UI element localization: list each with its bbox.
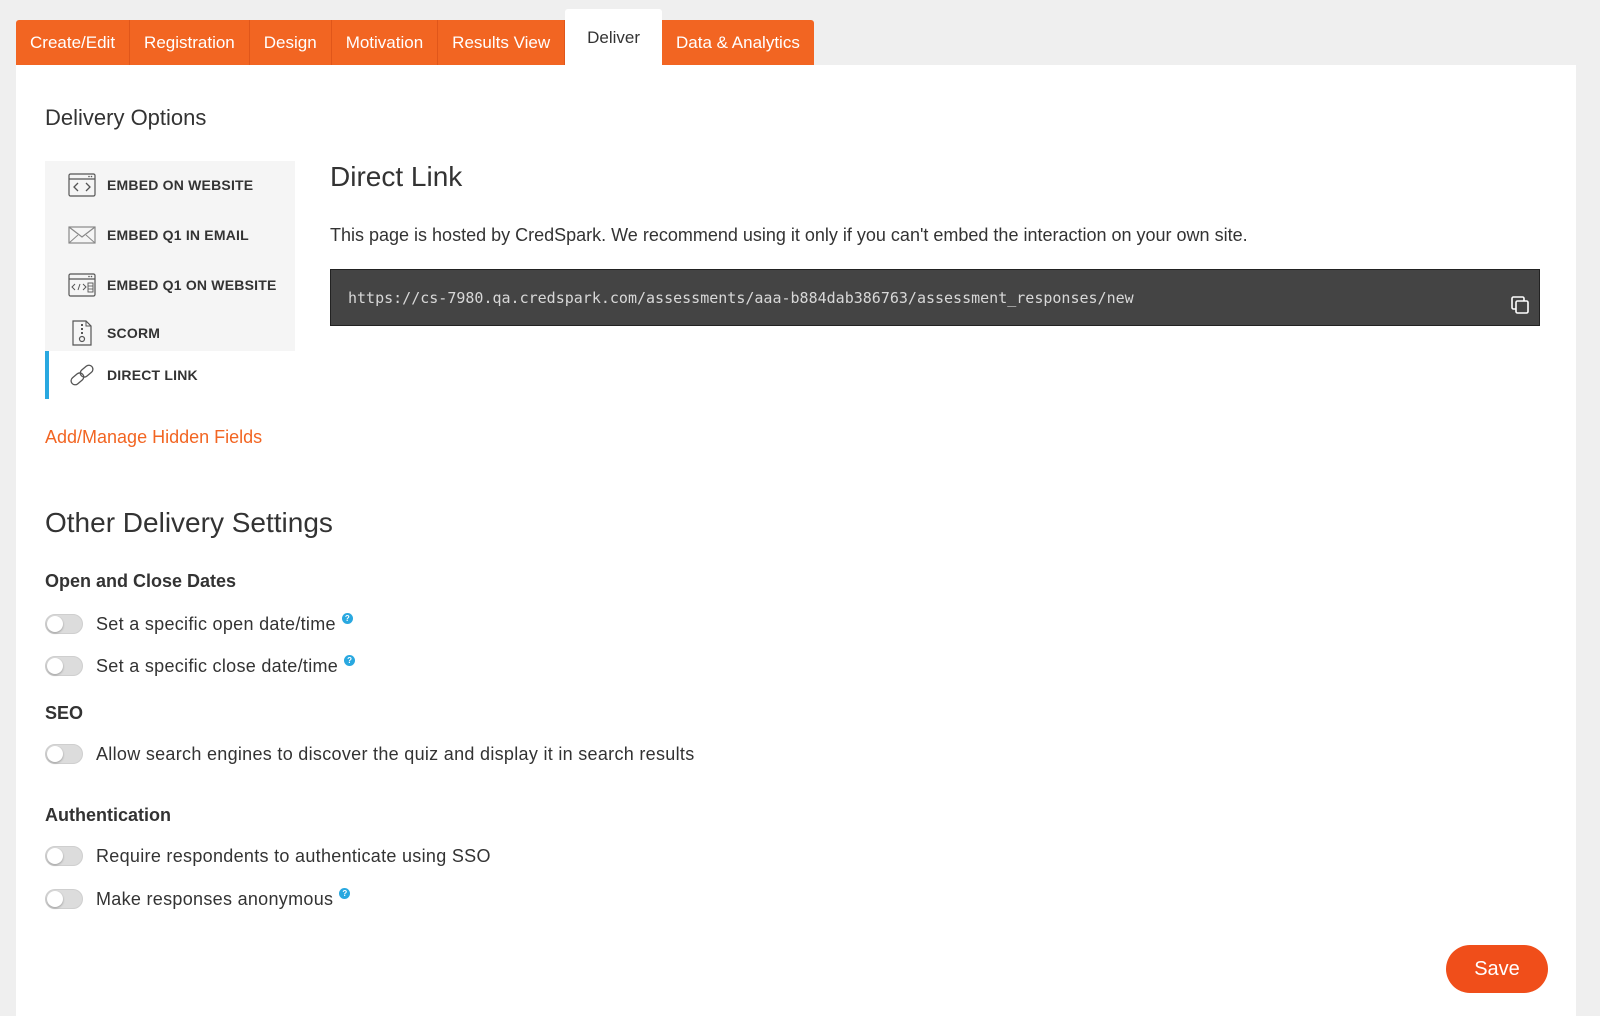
sidebar-item-scorm[interactable]: SCORM <box>45 309 295 357</box>
add-manage-hidden-fields-link[interactable]: Add/Manage Hidden Fields <box>45 427 262 448</box>
link-icon <box>67 362 97 388</box>
sidebar-item-label: EMBED Q1 ON WEBSITE <box>107 277 277 293</box>
open-date-label: Set a specific open date/time <box>96 613 336 634</box>
sidebar-item-label: EMBED ON WEBSITE <box>107 177 254 193</box>
anonymous-toggle[interactable] <box>45 889 83 909</box>
deliver-panel: Delivery Options EMBED ON WEBSITE EMBED … <box>16 65 1576 1016</box>
sidebar-item-label: SCORM <box>107 325 161 341</box>
toggle-knob <box>47 848 63 864</box>
anonymous-label: Make responses anonymous <box>96 888 334 909</box>
tab-results-view[interactable]: Results View <box>438 20 566 65</box>
close-date-toggle[interactable] <box>45 656 83 676</box>
seo-discover-toggle[interactable] <box>45 744 83 764</box>
sso-toggle[interactable] <box>45 846 83 866</box>
sidebar-item-label: DIRECT LINK <box>107 367 198 383</box>
embed-window-icon <box>67 272 97 298</box>
toggle-knob <box>47 746 63 762</box>
direct-link-title: Direct Link <box>330 161 463 192</box>
close-date-label: Set a specific close date/time <box>96 655 339 676</box>
sidebar-item-direct-link[interactable]: DIRECT LINK <box>45 351 295 399</box>
tab-create-edit[interactable]: Create/Edit <box>16 20 131 65</box>
open-date-row: Set a specific open date/time ? <box>45 612 353 636</box>
anonymous-row: Make responses anonymous ? <box>45 887 351 911</box>
open-close-dates-heading: Open and Close Dates <box>45 571 237 591</box>
direct-link-url-box[interactable]: https://cs-7980.qa.credspark.com/assessm… <box>330 269 1540 326</box>
seo-discover-label: Allow search engines to discover the qui… <box>96 743 695 764</box>
tab-motivation[interactable]: Motivation <box>331 20 439 65</box>
embed-code-icon <box>67 172 97 198</box>
direct-link-description: This page is hosted by CredSpark. We rec… <box>330 225 1248 245</box>
sso-row: Require respondents to authenticate usin… <box>45 844 491 868</box>
envelope-icon <box>67 222 97 248</box>
authentication-heading: Authentication <box>45 805 171 825</box>
scorm-file-icon <box>67 320 97 346</box>
seo-heading: SEO <box>45 703 84 723</box>
sidebar-item-embed-on-website[interactable]: EMBED ON WEBSITE <box>45 161 295 209</box>
save-button[interactable]: Save <box>1446 945 1548 993</box>
sidebar-item-label: EMBED Q1 IN EMAIL <box>107 227 249 243</box>
main-tabs: Create/Edit Registration Design Motivati… <box>16 9 814 65</box>
sso-label: Require respondents to authenticate usin… <box>96 845 491 866</box>
help-icon[interactable]: ? <box>341 612 353 624</box>
tab-data-analytics[interactable]: Data & Analytics <box>662 20 814 65</box>
sidebar-item-embed-q1-on-website[interactable]: EMBED Q1 ON WEBSITE <box>45 261 295 309</box>
close-date-row: Set a specific close date/time ? <box>45 654 356 678</box>
help-icon[interactable]: ? <box>344 654 356 666</box>
toggle-knob <box>47 616 63 632</box>
tab-deliver[interactable]: Deliver <box>565 9 663 65</box>
seo-row: Allow search engines to discover the qui… <box>45 742 695 766</box>
sidebar-item-embed-q1-in-email[interactable]: EMBED Q1 IN EMAIL <box>45 211 295 259</box>
toggle-knob <box>47 658 63 674</box>
toggle-knob <box>47 891 63 907</box>
tab-design[interactable]: Design <box>249 20 332 65</box>
direct-link-url[interactable]: https://cs-7980.qa.credspark.com/assessm… <box>348 289 1134 307</box>
copy-icon[interactable] <box>1509 294 1533 318</box>
open-date-toggle[interactable] <box>45 614 83 634</box>
help-icon[interactable]: ? <box>339 887 351 899</box>
tab-registration[interactable]: Registration <box>130 20 250 65</box>
delivery-options-heading: Delivery Options <box>45 105 207 130</box>
other-delivery-settings-heading: Other Delivery Settings <box>45 507 333 538</box>
